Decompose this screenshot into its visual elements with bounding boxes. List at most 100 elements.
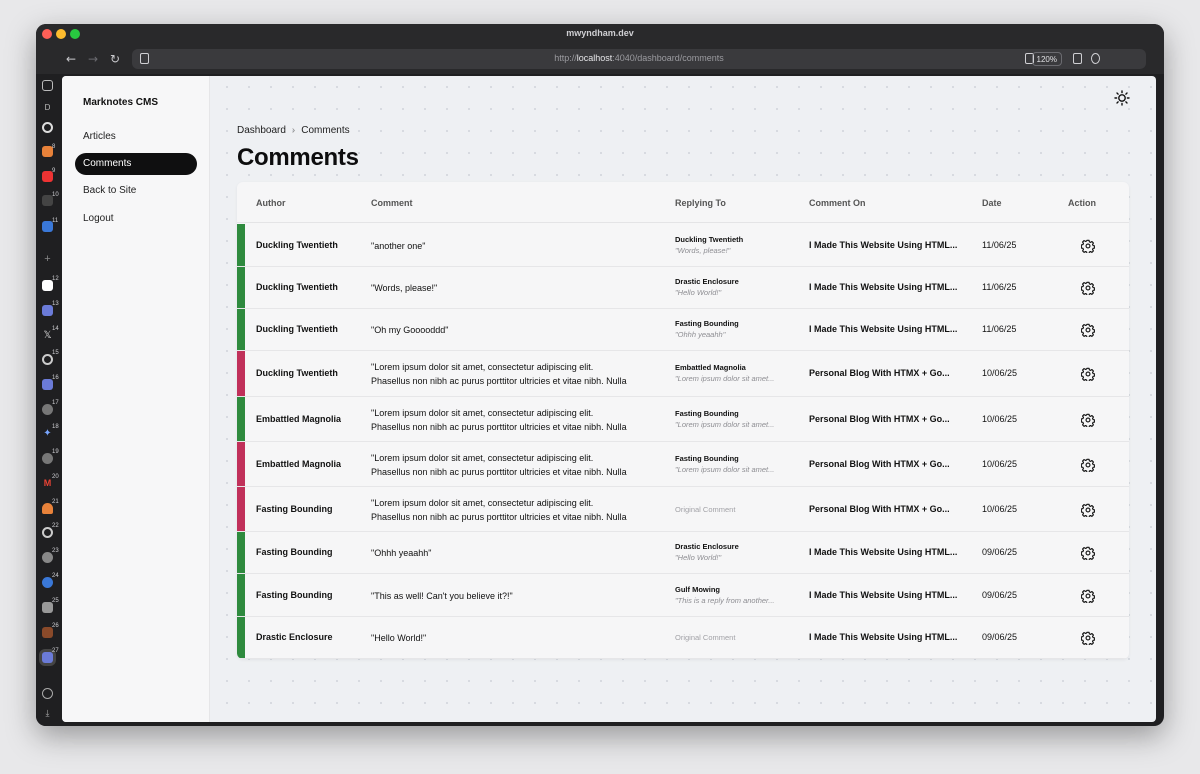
bookmark-icon[interactable]	[1073, 53, 1082, 64]
comment-on-article: I Made This Website Using HTML...	[809, 589, 958, 600]
browser-toolbar: ← → ↻ http://localhost:4040/dashboard/co…	[36, 44, 1164, 74]
sidebar-item-logout[interactable]: Logout	[75, 208, 197, 230]
reply-author: Drastic Enclosure	[675, 277, 739, 286]
comment-line: "another one"	[371, 240, 426, 251]
replying-to: Drastic Enclosure "Hello World!"	[675, 542, 791, 562]
replying-to: Fasting Bounding "Lorem ipsum dolor sit a…	[675, 454, 791, 474]
reply-author: Drastic Enclosure	[675, 542, 739, 551]
rail-letter[interactable]: D	[42, 102, 53, 113]
gear-icon[interactable]	[1081, 239, 1095, 253]
comment-line: "Lorem ipsum dolor sit amet, consectetur…	[371, 452, 594, 463]
reply-quote: "Words, please!"	[675, 245, 731, 255]
gear-icon[interactable]	[1081, 546, 1095, 560]
table-row: Fasting Bounding "Ohhh yeaahh" Drastic Enc…	[237, 532, 1129, 574]
comment-on-article: I Made This Website Using HTML...	[809, 282, 958, 292]
column-header-replying-to: Replying To	[675, 198, 726, 208]
comment-on-article: Personal Blog With HTMX + Go...	[809, 368, 950, 378]
table-row: Duckling Twentieth "Words, please!" Drasti…	[237, 267, 1129, 309]
gear-icon[interactable]	[1081, 413, 1095, 427]
forward-arrow-icon[interactable]: →	[84, 50, 102, 68]
table-row: Fasting Bounding "This as well! Can't you…	[237, 574, 1129, 617]
breadcrumb: Dashboard › Comments	[237, 125, 350, 136]
replying-to: Fasting Bounding "Ohhh yeaahh"	[675, 319, 791, 339]
gear-icon[interactable]	[1081, 458, 1095, 472]
reply-author: Fasting Bounding	[675, 408, 739, 418]
gear-icon[interactable]	[1081, 281, 1095, 295]
reply-quote: "Hello World!"	[675, 553, 722, 562]
column-header-date: Date	[982, 198, 1002, 208]
reply-author: Fasting Bounding	[675, 453, 739, 463]
chatgpt-icon[interactable]	[42, 122, 53, 133]
replying-to: Duckling Twentieth "Words, please!"	[675, 235, 791, 255]
reply-quote: "Lorem ipsum dolor sit amet...	[675, 419, 775, 429]
status-bar	[237, 224, 245, 266]
reply-quote: "Lorem ipsum dolor sit amet...	[675, 374, 775, 383]
table-row: Duckling Twentieth "Lorem ipsum dolor sit…	[237, 351, 1129, 397]
comment-line: "Lorem ipsum dolor sit amet, consectetur…	[371, 497, 594, 508]
table-row: Drastic Enclosure "Hello World!" Original …	[237, 617, 1129, 659]
column-header-comment-on: Comment On	[809, 198, 866, 208]
back-arrow-icon[interactable]: ←	[62, 50, 80, 68]
comment-line: Phasellus non nibh ac purus porttitor ul…	[371, 511, 627, 522]
gear-icon[interactable]	[1081, 589, 1095, 603]
comment-text: "Lorem ipsum dolor sit amet, consectetur…	[371, 451, 659, 479]
replying-to: Gulf Mowing "This is a reply from another…	[675, 585, 791, 605]
comment-text: "Oh my Gooooddd"	[371, 323, 659, 337]
web-page: Marknotes CMS Articles Comments Back to …	[62, 76, 1156, 722]
zoom-level[interactable]: 120%	[1031, 52, 1062, 66]
window-title: mwyndham.dev	[566, 28, 634, 38]
comment-on-article: Personal Blog With HTMX + Go...	[809, 413, 950, 424]
original-comment-label: Original Comment	[675, 504, 736, 514]
sidebar-item-back-to-site[interactable]: Back to Site	[75, 180, 197, 202]
extension-icon[interactable]	[1091, 53, 1100, 64]
reply-author: Embattled Magnolia	[675, 363, 746, 372]
comment-text: "Words, please!"	[371, 281, 659, 295]
status-bar	[237, 532, 245, 573]
comment-date: 11/06/25	[982, 324, 1017, 334]
cms-sidebar: Marknotes CMS Articles Comments Back to …	[62, 76, 210, 722]
comment-author: Duckling Twentieth	[256, 239, 338, 250]
gear-icon[interactable]	[1081, 631, 1095, 645]
table-row: Duckling Twentieth "another one" Duckling …	[237, 224, 1129, 267]
sidebar-toggle-icon[interactable]	[42, 80, 53, 91]
gear-icon[interactable]	[1081, 323, 1095, 337]
comment-text: "This as well! Can't you believe it?!"	[371, 589, 659, 603]
sidebar-item-comments[interactable]: Comments	[75, 153, 197, 175]
browser-sidebar-rail: D 8 9 10 11 + 12 13 𝕏 14 15 16 17 ✦ 18 19 …	[36, 74, 60, 726]
gear-icon[interactable]	[1081, 367, 1095, 381]
comments-table: Author Comment Replying To Comment On Da…	[237, 182, 1129, 659]
comment-author: Fasting Bounding	[256, 589, 333, 600]
theme-toggle-sun-icon[interactable]	[1114, 90, 1130, 106]
comment-text: "Ohhh yeaahh"	[371, 546, 659, 560]
comment-date: 10/06/25	[982, 413, 1018, 424]
add-tab-icon[interactable]: +	[42, 254, 53, 265]
status-bar	[237, 442, 245, 486]
comment-line: "Oh my Gooooddd"	[371, 325, 449, 335]
comment-line: "Ohhh yeaahh"	[371, 548, 432, 558]
status-bar	[237, 487, 245, 531]
sidebar-item-articles[interactable]: Articles	[75, 126, 197, 148]
comment-date: 10/06/25	[982, 503, 1018, 514]
table-row: Embattled Magnolia "Lorem ipsum dolor sit…	[237, 397, 1129, 442]
table-row: Duckling Twentieth "Oh my Gooooddd" Fastin…	[237, 309, 1129, 351]
status-bar	[237, 351, 245, 396]
comment-author: Duckling Twentieth	[256, 282, 338, 292]
reload-icon[interactable]: ↻	[106, 50, 124, 68]
browser-window: mwyndham.dev ← → ↻ http://localhost:4040…	[36, 24, 1164, 726]
comment-on-article: Personal Blog With HTMX + Go...	[809, 458, 950, 469]
table-header: Author Comment Replying To Comment On Da…	[237, 182, 1129, 223]
comment-author: Fasting Bounding	[256, 503, 333, 514]
settings-rail-icon[interactable]	[42, 688, 53, 699]
comment-line: "Lorem ipsum dolor sit amet, consectetur…	[371, 362, 594, 372]
comment-text: "Lorem ipsum dolor sit amet, consectetur…	[371, 360, 659, 388]
gear-icon[interactable]	[1081, 503, 1095, 517]
comment-date: 09/06/25	[982, 589, 1018, 600]
column-header-author: Author	[256, 198, 286, 208]
reply-quote: "Ohhh yeaahh"	[675, 330, 726, 339]
reply-quote: "This is a reply from another...	[675, 595, 775, 605]
address-bar[interactable]: http://localhost:4040/dashboard/comments…	[132, 49, 1146, 69]
download-icon[interactable]: ⤓	[42, 708, 53, 719]
breadcrumb-dashboard[interactable]: Dashboard	[237, 125, 286, 136]
status-bar	[237, 309, 245, 350]
comment-text: "another one"	[371, 239, 659, 253]
